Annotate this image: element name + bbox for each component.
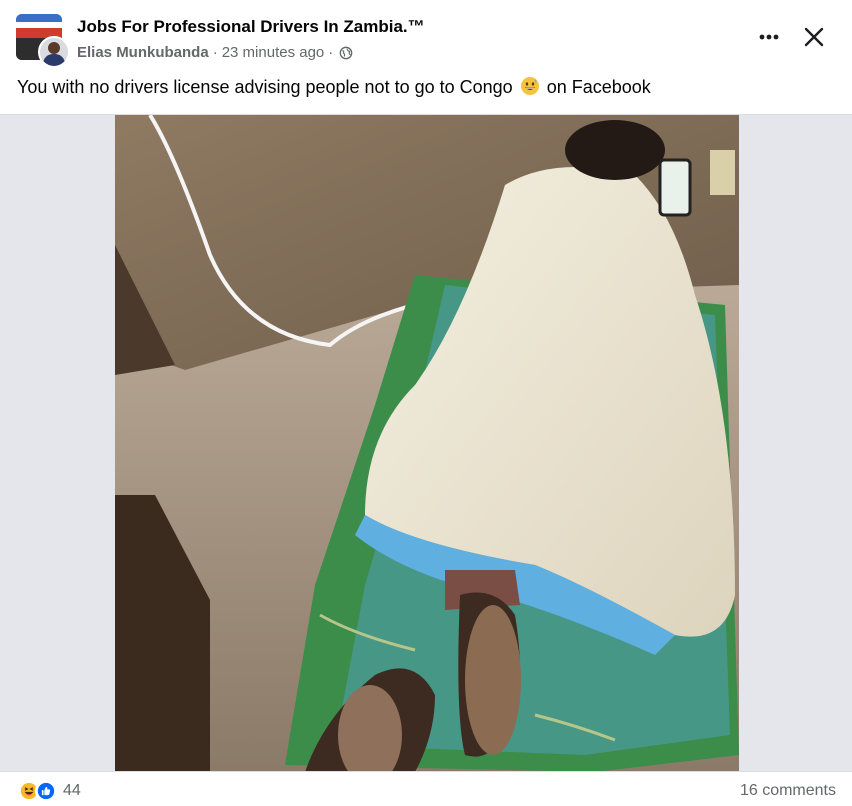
post-timestamp[interactable]: 23 minutes ago: [222, 44, 325, 61]
ellipsis-icon: [759, 34, 779, 40]
photo-image: [115, 115, 739, 772]
meta-separator: ·: [328, 44, 334, 61]
post-footer: 44 16 comments: [0, 771, 852, 806]
like-icon: [35, 780, 57, 802]
group-name-link[interactable]: Jobs For Professional Drivers In Zambia.…: [77, 17, 425, 37]
more-options-button[interactable]: [752, 20, 786, 54]
post-header: Jobs For Professional Drivers In Zambia.…: [16, 14, 836, 68]
author-avatar[interactable]: [38, 36, 70, 68]
grinning-sweat-emoji-icon: [520, 77, 539, 95]
post-text: You with no drivers license advising peo…: [17, 76, 651, 98]
reaction-count: 44: [63, 782, 81, 799]
post-text-suffix: on Facebook: [546, 77, 651, 97]
globe-icon: [339, 46, 353, 59]
media-frame: [0, 114, 852, 772]
author-name-link[interactable]: Elias Munkubanda: [77, 44, 209, 61]
comments-count-link[interactable]: 16 comments: [740, 782, 836, 800]
post-text-main: You with no drivers license advising peo…: [17, 77, 513, 97]
post-meta: Elias Munkubanda · 23 minutes ago ·: [77, 44, 353, 61]
reactions-summary[interactable]: 44: [18, 780, 81, 802]
post-card: Jobs For Professional Drivers In Zambia.…: [0, 0, 852, 805]
meta-separator: ·: [212, 44, 218, 61]
post-photo[interactable]: [115, 115, 739, 772]
close-icon: [804, 27, 824, 47]
close-post-button[interactable]: [797, 20, 831, 54]
